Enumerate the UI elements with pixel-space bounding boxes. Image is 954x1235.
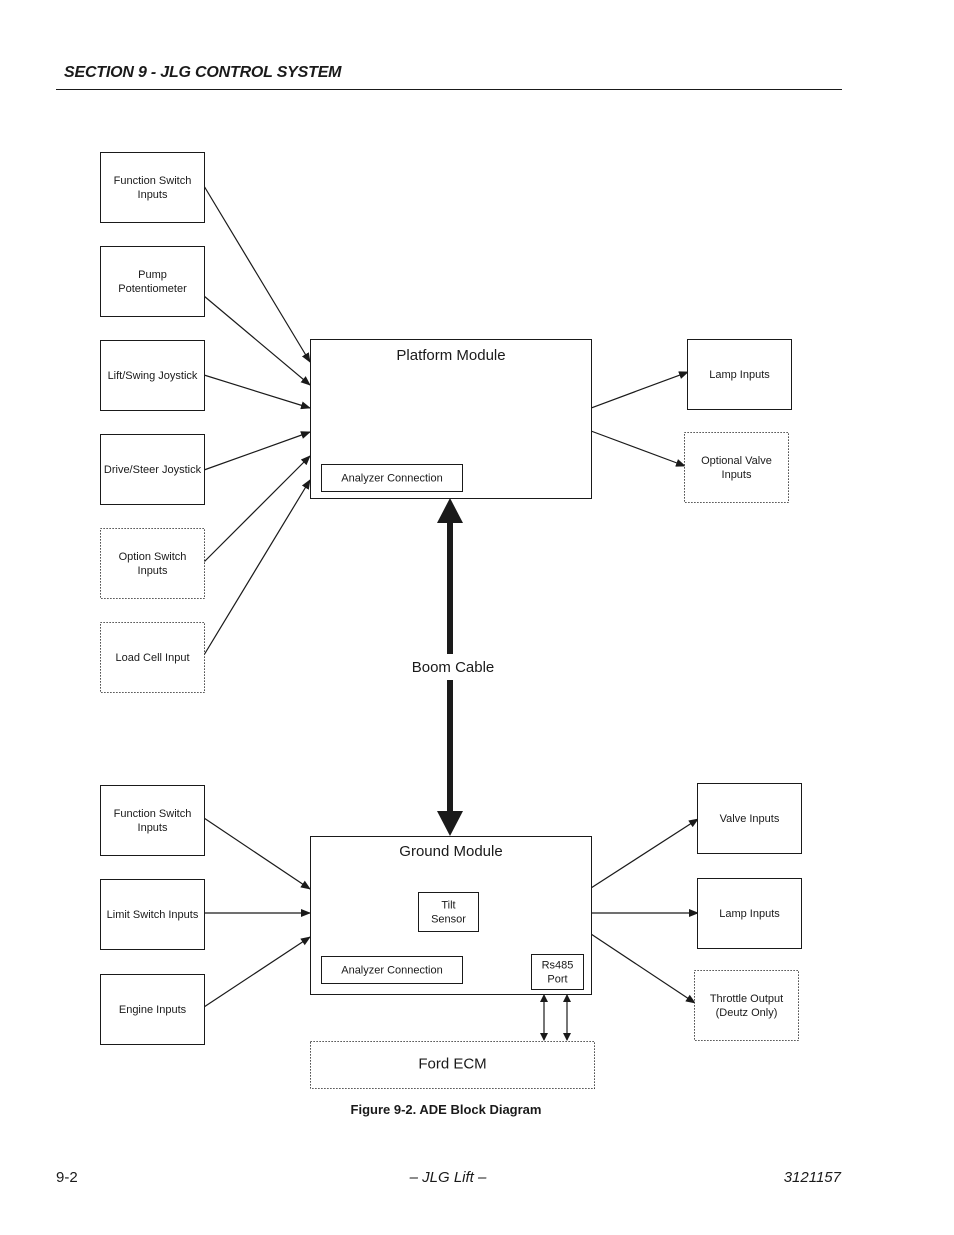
ground-module-label: Ground Module (399, 843, 502, 860)
rs485-port-label: Port (547, 974, 567, 986)
ground-input-function-switch-inputs-label: Function Switch (114, 808, 192, 820)
platform-input-lift-swing-joystick-label: Lift/Swing Joystick (108, 370, 198, 382)
ground-output-throttle-output: Throttle Output (Deutz Only) (694, 970, 799, 1041)
arrow-platform-to-optional-valve (590, 430, 686, 467)
ground-output-lamp-inputs: Lamp Inputs (697, 878, 802, 949)
platform-output-optional-valve-inputs-label: Inputs (722, 469, 752, 481)
ground-output-lamp-inputs-label: Lamp Inputs (719, 908, 780, 920)
platform-input-function-switch-inputs-label: Inputs (138, 189, 168, 201)
platform-input-option-switch-inputs-label: Option Switch (119, 551, 187, 563)
ground-output-valve-inputs-label: Valve Inputs (720, 813, 780, 825)
platform-input-lift-swing-joystick: Lift/Swing Joystick (100, 340, 205, 411)
boom-cable-label: Boom Cable (412, 659, 495, 676)
ade-block-diagram: Function Switch Inputs Pump Potentiometer Li… (100, 152, 802, 1089)
boom-cable-arrow-up (437, 498, 463, 523)
ground-output-throttle-output-label: (Deutz Only) (716, 1007, 778, 1019)
arrow-drive-steer-joystick-to-platform (203, 431, 311, 471)
figure-caption: Figure 9-2. ADE Block Diagram (350, 1102, 542, 1117)
platform-input-pump-potentiometer-label: Potentiometer (118, 283, 187, 295)
platform-input-option-switch-inputs: Option Switch Inputs (100, 528, 205, 599)
platform-analyzer-connection-label: Analyzer Connection (341, 473, 443, 485)
ground-input-function-switch-inputs-label: Inputs (138, 822, 168, 834)
ground-analyzer-connection: Analyzer Connection (321, 956, 463, 984)
platform-input-load-cell-input-label: Load Cell Input (116, 652, 190, 664)
ground-input-function-switch-inputs: Function Switch Inputs (100, 785, 205, 856)
platform-output-optional-valve-inputs-label: Optional Valve (701, 455, 772, 467)
ford-ecm-label: Ford ECM (418, 1056, 486, 1073)
tilt-sensor-label: Tilt (441, 900, 455, 912)
boom-cable-arrow-down (437, 811, 463, 836)
platform-input-load-cell-input: Load Cell Input (100, 622, 205, 693)
ground-input-limit-switch-inputs-label: Limit Switch Inputs (107, 909, 199, 921)
platform-analyzer-connection: Analyzer Connection (321, 464, 463, 492)
arrow-option-switch-inputs-to-platform (203, 455, 311, 563)
rs485-port-label: Rs485 (542, 960, 574, 972)
platform-input-function-switch-inputs-frame (100, 152, 205, 223)
arrow-load-cell-input-to-platform (203, 479, 311, 656)
platform-input-function-switch-inputs: Function Switch Inputs (100, 152, 205, 223)
platform-input-option-switch-inputs-frame (100, 528, 205, 599)
ground-input-function-switch-inputs-frame (100, 785, 205, 856)
rs485-port: Rs485 Port (531, 954, 584, 990)
arrow-engine-inputs-to-ground (203, 936, 311, 1008)
platform-output-optional-valve-inputs-frame (684, 432, 789, 503)
platform-input-drive-steer-joystick-label: Drive/Steer Joystick (104, 464, 202, 476)
ground-input-engine-inputs-label: Engine Inputs (119, 1004, 187, 1016)
platform-module-label: Platform Module (396, 347, 505, 364)
arrow-function-switch-inputs-to-platform (203, 185, 311, 363)
arrow-ground-to-throttle-output (590, 933, 696, 1004)
tilt-sensor-label: Sensor (431, 914, 466, 926)
ground-analyzer-connection-label: Analyzer Connection (341, 965, 443, 977)
arrow-ground-to-valve-inputs (590, 818, 699, 889)
arrow-platform-to-lamp-inputs (590, 371, 689, 409)
tilt-sensor: Tilt Sensor (418, 892, 479, 932)
platform-input-drive-steer-joystick: Drive/Steer Joystick (100, 434, 205, 505)
platform-output-optional-valve-inputs: Optional Valve Inputs (684, 432, 789, 503)
platform-input-pump-potentiometer: Pump Potentiometer (100, 246, 205, 317)
ground-output-throttle-output-frame (694, 970, 799, 1041)
footer-center: – JLG Lift – (409, 1169, 487, 1186)
document-number: 3121157 (783, 1169, 841, 1186)
ground-input-limit-switch-inputs: Limit Switch Inputs (100, 879, 205, 950)
arrow-function-switch-inputs-to-ground (203, 817, 311, 890)
platform-input-option-switch-inputs-label: Inputs (138, 565, 168, 577)
platform-input-pump-potentiometer-label: Pump (138, 269, 167, 281)
ground-input-engine-inputs: Engine Inputs (100, 974, 205, 1045)
arrow-pump-potentiometer-to-platform (203, 295, 311, 386)
arrow-lift-swing-joystick-to-platform (203, 374, 311, 410)
ford-ecm: Ford ECM (310, 1041, 595, 1089)
ground-output-valve-inputs: Valve Inputs (697, 783, 802, 854)
platform-input-pump-potentiometer-frame (100, 246, 205, 317)
platform-input-function-switch-inputs-label: Function Switch (114, 175, 192, 187)
platform-output-lamp-inputs: Lamp Inputs (687, 339, 792, 410)
ground-output-throttle-output-label: Throttle Output (710, 993, 783, 1005)
platform-output-lamp-inputs-label: Lamp Inputs (709, 369, 770, 381)
tilt-sensor-frame (418, 892, 479, 932)
